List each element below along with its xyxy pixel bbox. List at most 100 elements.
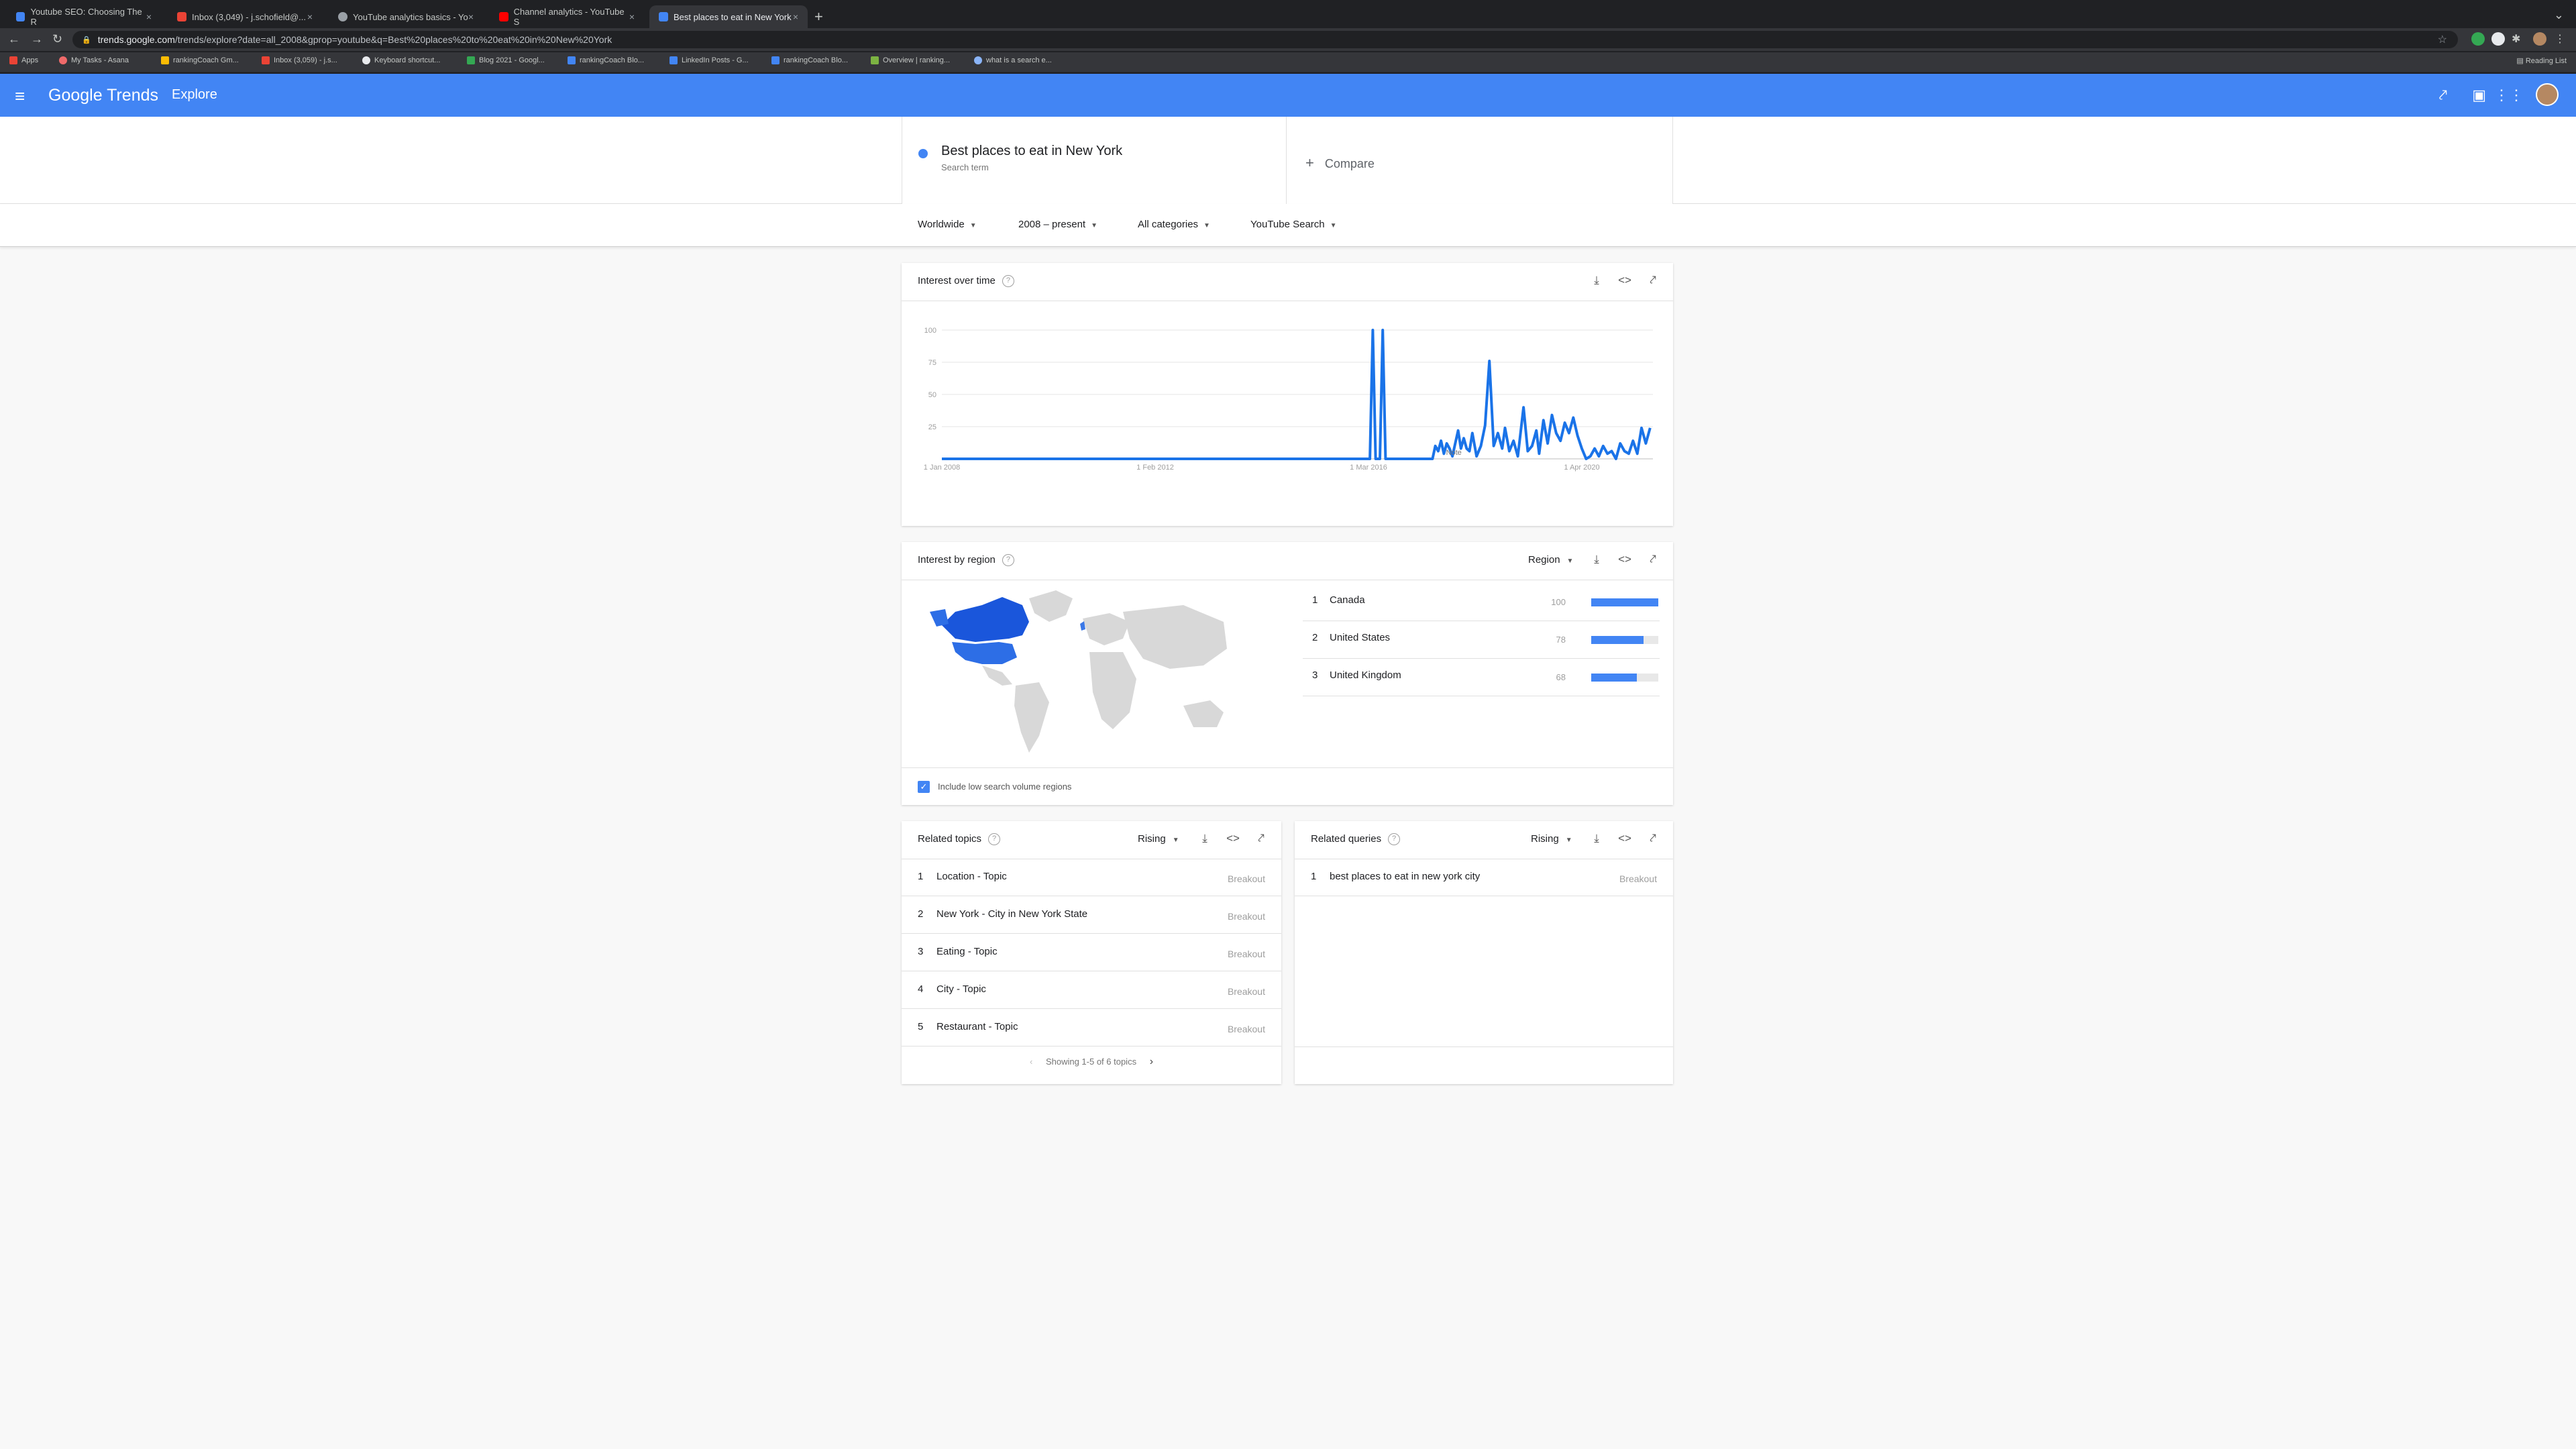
bookmark-rankingcoach-blo[interactable]: rankingCoach Blo... xyxy=(568,56,644,64)
menu-dots-icon[interactable]: ⋮ xyxy=(2553,32,2567,46)
card-title: Interest over time? xyxy=(918,275,1014,288)
apps-grid-icon[interactable]: ⋮⋮ xyxy=(2494,87,2524,104)
tab-google-trends[interactable]: Best places to eat in New York × xyxy=(649,5,808,28)
region-bar xyxy=(1591,674,1658,682)
puzzle-icon[interactable]: ✱ xyxy=(2512,32,2525,46)
lock-icon: 🔒 xyxy=(82,36,91,44)
extension-icon[interactable] xyxy=(2491,32,2505,46)
embed-icon[interactable]: <> xyxy=(1618,832,1631,845)
topic-row[interactable]: 5 Restaurant - Topic Breakout xyxy=(902,1009,1281,1046)
docs-icon xyxy=(568,56,576,64)
caret-down-icon: ▼ xyxy=(1330,222,1337,229)
docs-icon xyxy=(771,56,780,64)
share-icon[interactable]: ⤤ xyxy=(1646,553,1660,566)
menu-icon[interactable]: ≡ xyxy=(15,86,25,107)
compare-card[interactable]: + Compare xyxy=(1287,117,1673,204)
bookmark-blog-2021[interactable]: Blog 2021 - Googl... xyxy=(467,56,545,64)
feedback-icon[interactable]: ▣ xyxy=(2472,87,2486,104)
download-icon[interactable]: ⤓ xyxy=(1198,832,1212,845)
bookmark-inbox[interactable]: Inbox (3,059) - j.s... xyxy=(262,56,337,64)
category-filter[interactable]: All categories ▼ xyxy=(1138,219,1210,230)
region-row[interactable]: 1 Canada 100 xyxy=(1303,584,1660,621)
help-icon[interactable]: ? xyxy=(1002,275,1014,288)
tab-search-icon[interactable]: ⌄ xyxy=(2554,8,2564,22)
address-bar[interactable]: 🔒 trends.google.com /trends/explore?date… xyxy=(72,31,2458,48)
download-icon[interactable]: ⤓ xyxy=(1590,274,1603,287)
embed-icon[interactable]: <> xyxy=(1618,274,1631,287)
url-host: trends.google.com xyxy=(97,34,175,45)
topic-rank: 1 xyxy=(918,871,924,882)
new-tab-icon[interactable]: + xyxy=(814,8,823,25)
close-icon[interactable]: × xyxy=(307,11,313,22)
grammarly-icon[interactable] xyxy=(2471,32,2485,46)
share-icon[interactable]: ⤤ xyxy=(1646,274,1660,287)
world-map[interactable] xyxy=(928,585,1244,759)
bookmark-label: Inbox (3,059) - j.s... xyxy=(274,56,337,64)
search-term[interactable]: Best places to eat in New York xyxy=(941,144,1122,159)
time-filter-label: 2008 – present xyxy=(1018,219,1086,230)
caret-down-icon: ▼ xyxy=(1091,222,1097,229)
bookmark-keyboard[interactable]: Keyboard shortcut... xyxy=(362,56,440,64)
geo-filter[interactable]: Worldwide ▼ xyxy=(918,219,977,230)
embed-icon[interactable]: <> xyxy=(1226,832,1240,845)
chevron-right-icon[interactable]: › xyxy=(1150,1056,1153,1067)
share-icon[interactable]: ⤤ xyxy=(1646,832,1660,845)
back-icon[interactable]: ← xyxy=(8,32,20,46)
card-title-text: Related topics xyxy=(918,833,982,845)
bookmark-rankingcoach-blo-2[interactable]: rankingCoach Blo... xyxy=(771,56,848,64)
star-icon[interactable]: ☆ xyxy=(2438,33,2447,46)
tab-inbox[interactable]: Inbox (3,049) - j.schofield@... × xyxy=(168,5,322,28)
topics-filter-select[interactable]: Rising ▼ xyxy=(1138,833,1179,845)
property-filter-label: YouTube Search xyxy=(1250,219,1325,230)
download-icon[interactable]: ⤓ xyxy=(1590,553,1603,566)
region-row[interactable]: 2 United States 78 xyxy=(1303,621,1660,659)
bookmark-search-engine[interactable]: what is a search e... xyxy=(974,56,1052,64)
forward-icon[interactable]: → xyxy=(31,32,43,46)
time-filter[interactable]: 2008 – present ▼ xyxy=(1018,219,1097,230)
share-icon[interactable]: ⤤ xyxy=(2439,87,2447,104)
resolution-select[interactable]: Region ▼ xyxy=(1528,554,1573,566)
reload-icon[interactable]: ↻ xyxy=(52,32,62,46)
close-icon[interactable]: × xyxy=(629,11,635,22)
map-usa xyxy=(952,642,1017,664)
embed-icon[interactable]: <> xyxy=(1618,553,1631,566)
bookmark-rankingcoach-gm[interactable]: rankingCoach Gm... xyxy=(161,56,239,64)
help-icon[interactable]: ? xyxy=(1388,833,1401,846)
bookmark-linkedin[interactable]: LinkedIn Posts - G... xyxy=(669,56,749,64)
reading-list[interactable]: ▤ Reading List xyxy=(2516,56,2567,65)
bookmark-apps[interactable]: Apps xyxy=(9,56,38,64)
tab-channel-analytics[interactable]: Channel analytics - YouTube S × xyxy=(490,5,644,28)
topic-row[interactable]: 2 New York - City in New York State Brea… xyxy=(902,896,1281,934)
caret-down-icon: ▼ xyxy=(1565,837,1572,844)
topic-row[interactable]: 1 Location - Topic Breakout xyxy=(902,859,1281,896)
checkbox-checked-icon[interactable]: ✓ xyxy=(918,781,930,793)
compare-button[interactable]: + Compare xyxy=(1305,154,1375,172)
topic-row[interactable]: 3 Eating - Topic Breakout xyxy=(902,934,1281,971)
help-icon[interactable]: ? xyxy=(1002,554,1014,567)
close-icon[interactable]: × xyxy=(793,11,798,22)
chevron-left-icon[interactable]: ‹ xyxy=(1030,1057,1032,1067)
bookmark-asana[interactable]: My Tasks - Asana xyxy=(59,56,129,64)
share-icon[interactable]: ⤤ xyxy=(1254,832,1268,845)
queries-filter-select[interactable]: Rising ▼ xyxy=(1531,833,1572,845)
property-filter[interactable]: YouTube Search ▼ xyxy=(1250,219,1337,230)
query-row[interactable]: 1 best places to eat in new york city Br… xyxy=(1295,859,1673,896)
chart-note[interactable]: Note xyxy=(1446,449,1462,457)
help-icon[interactable]: ? xyxy=(988,833,1001,846)
close-icon[interactable]: × xyxy=(146,11,152,22)
download-icon[interactable]: ⤓ xyxy=(1590,832,1603,845)
tab-youtube-analytics[interactable]: YouTube analytics basics - Yo × xyxy=(329,5,483,28)
bookmark-overview[interactable]: Overview | ranking... xyxy=(871,56,950,64)
close-icon[interactable]: × xyxy=(468,11,474,22)
avatar[interactable] xyxy=(2536,83,2559,106)
google-trends-logo[interactable]: Google Trends xyxy=(48,86,158,105)
low-volume-toggle[interactable]: ✓ Include low search volume regions xyxy=(902,767,1673,805)
topic-row[interactable]: 4 City - Topic Breakout xyxy=(902,971,1281,1009)
region-row[interactable]: 3 United Kingdom 68 xyxy=(1303,659,1660,696)
profile-avatar[interactable] xyxy=(2533,32,2546,46)
tab-youtube-seo[interactable]: Youtube SEO: Choosing The R × xyxy=(7,5,161,28)
interest-over-time-chart[interactable]: 25 50 75 100 1 Jan 2008 1 Feb 2012 1 Mar 2016 1… xyxy=(902,317,1673,518)
region-value: 68 xyxy=(1556,672,1566,682)
search-term-card[interactable]: Best places to eat in New York Search te… xyxy=(902,117,1287,204)
tab-title: Channel analytics - YouTube S xyxy=(513,7,625,27)
